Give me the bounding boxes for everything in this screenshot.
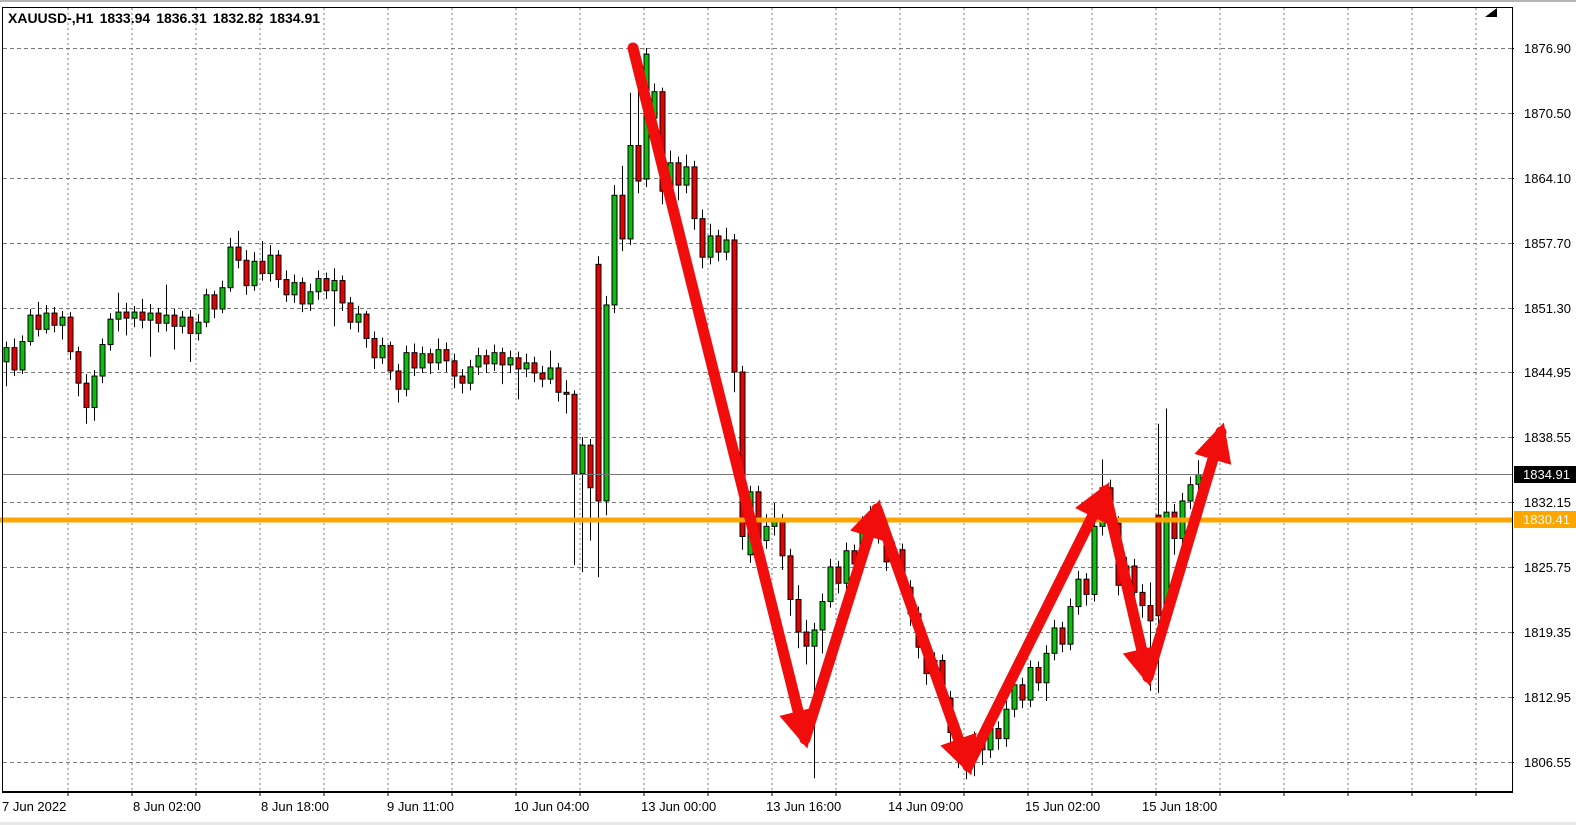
price-axis-label: 1870.50 (1524, 106, 1576, 122)
price-axis-label: 1851.30 (1524, 301, 1576, 317)
time-axis-label: 8 Jun 02:00 (133, 799, 201, 814)
time-axis-label: 15 Jun 02:00 (1025, 799, 1100, 814)
low-value: 1832.82 (213, 10, 264, 26)
chart-window: XAUUSD-,H1 1833.94 1836.31 1832.82 1834.91 1… (0, 0, 1576, 825)
price-axis-label: 1857.70 (1524, 236, 1576, 252)
price-axis-label: 1876.90 (1524, 41, 1576, 57)
price-axis-label: 1864.10 (1524, 171, 1576, 187)
price-axis-label: 1819.35 (1524, 625, 1576, 641)
ohlc-header: XAUUSD-,H1 1833.94 1836.31 1832.82 1834.91 (8, 10, 326, 26)
time-axis-label: 7 Jun 2022 (2, 799, 66, 814)
time-axis-label: 13 Jun 00:00 (641, 799, 716, 814)
price-axis-label: 1844.95 (1524, 365, 1576, 381)
plot-frame (2, 7, 1513, 792)
price-axis-label: 1806.55 (1524, 755, 1576, 771)
symbol-period-label: XAUUSD-,H1 (8, 10, 94, 26)
price-axis-label: 1838.55 (1524, 430, 1576, 446)
time-axis-label: 9 Jun 11:00 (387, 799, 454, 814)
price-axis-label: 1832.15 (1524, 495, 1576, 511)
price-axis-label: 1812.95 (1524, 690, 1576, 706)
time-axis-label: 13 Jun 16:00 (766, 799, 841, 814)
close-value: 1834.91 (269, 10, 320, 26)
high-value: 1836.31 (156, 10, 207, 26)
time-axis-label: 8 Jun 18:00 (261, 799, 329, 814)
open-value: 1833.94 (100, 10, 151, 26)
time-axis-label: 15 Jun 18:00 (1142, 799, 1217, 814)
time-axis-label: 14 Jun 09:00 (888, 799, 963, 814)
time-axis-label: 10 Jun 04:00 (514, 799, 589, 814)
current-price-badge: 1834.91 (1514, 466, 1576, 483)
price-axis-label: 1825.75 (1524, 560, 1576, 576)
orange-line-price-badge: 1830.41 (1514, 511, 1576, 528)
